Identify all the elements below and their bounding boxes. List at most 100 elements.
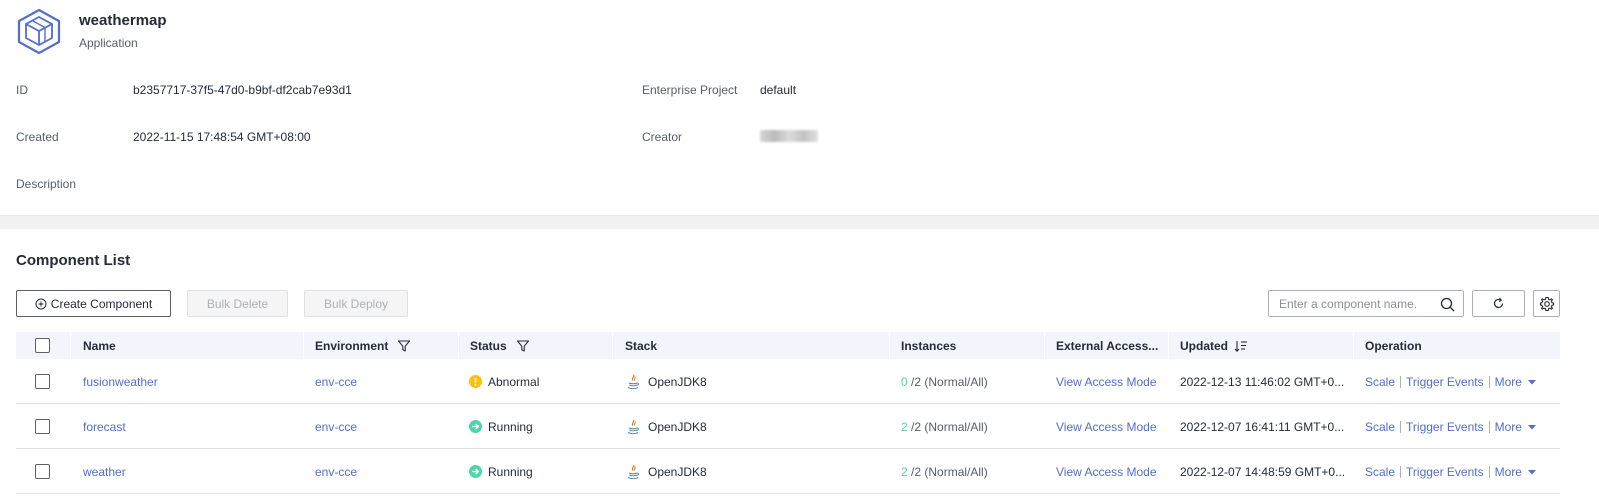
component-list-title: Component List	[16, 252, 131, 269]
trigger-events-link[interactable]: Trigger Events	[1406, 375, 1484, 389]
updated-text: 2022-12-07 14:48:59 GMT+0...	[1180, 464, 1346, 479]
col-header-stack: Stack	[625, 338, 658, 353]
operation-cell: Scale Trigger Events More	[1365, 404, 1536, 449]
instances-normal: 2	[901, 464, 908, 479]
row-checkbox[interactable]	[35, 374, 50, 389]
col-header-status-label: Status	[470, 338, 507, 353]
instances-total: /2 (Normal/All)	[907, 419, 988, 434]
name-cell: fusionweather	[83, 359, 158, 404]
search-icon[interactable]	[1440, 297, 1455, 312]
op-separator	[1488, 465, 1490, 478]
row-select-cell	[35, 359, 50, 404]
table-row: forecast env-cce Running OpenJDK8 2 /2 (…	[16, 404, 1560, 449]
running-arrow-icon	[469, 465, 482, 478]
search-box	[1268, 290, 1464, 317]
col-header-name[interactable]: Name	[83, 332, 116, 359]
external-access-cell: View Access Mode	[1056, 404, 1157, 449]
instances-cell: 2 /2 (Normal/All)	[901, 449, 988, 494]
col-header-environment: Environment	[315, 332, 411, 359]
col-header-updated[interactable]: Updated	[1180, 332, 1248, 359]
enterprise-project-value: default	[760, 83, 797, 97]
creator-value-redacted	[760, 130, 818, 142]
chevron-down-icon[interactable]	[1527, 378, 1536, 386]
bulk-delete-button[interactable]: Bulk Delete	[187, 290, 288, 317]
cube-box-icon	[17, 8, 61, 54]
select-all-checkbox[interactable]	[35, 338, 50, 353]
component-search-input[interactable]	[1279, 296, 1429, 311]
bulk-delete-label: Bulk Delete	[206, 296, 269, 311]
updated-cell: 2022-12-13 11:46:02 GMT+0...	[1180, 359, 1344, 404]
app-title: weathermap	[79, 12, 167, 29]
external-access-cell: View Access Mode	[1056, 449, 1157, 494]
trigger-events-link[interactable]: Trigger Events	[1406, 465, 1484, 479]
stack-cell: OpenJDK8	[625, 404, 707, 449]
environment-cell: env-cce	[315, 449, 357, 494]
environment-cell: env-cce	[315, 404, 357, 449]
status-cell: Running	[469, 449, 533, 494]
more-dropdown[interactable]: More	[1495, 465, 1522, 479]
environment-link[interactable]: env-cce	[315, 375, 357, 389]
col-header-operation: Operation	[1365, 338, 1422, 353]
instances-total: /2 (Normal/All)	[907, 374, 988, 389]
filter-icon[interactable]	[397, 339, 411, 353]
environment-link[interactable]: env-cce	[315, 465, 357, 479]
app-header: weathermap Application	[16, 8, 167, 54]
status-text: Abnormal	[488, 374, 540, 389]
table-row: fusionweather env-cce Abnormal OpenJDK8 …	[16, 359, 1560, 404]
op-separator	[1400, 420, 1402, 433]
stack-cell: OpenJDK8	[625, 359, 707, 404]
chevron-down-icon[interactable]	[1527, 423, 1536, 431]
scale-link[interactable]: Scale	[1365, 375, 1395, 389]
sort-descending-icon[interactable]	[1234, 339, 1248, 353]
instances-total: /2 (Normal/All)	[907, 464, 988, 479]
row-checkbox[interactable]	[35, 419, 50, 434]
settings-button[interactable]	[1533, 290, 1560, 317]
stack-text: OpenJDK8	[648, 374, 707, 389]
component-name-link[interactable]: fusionweather	[83, 375, 158, 389]
component-name-link[interactable]: weather	[83, 465, 126, 479]
bulk-deploy-label: Bulk Deploy	[323, 296, 389, 311]
op-separator	[1400, 375, 1402, 388]
bulk-deploy-button[interactable]: Bulk Deploy	[304, 290, 408, 317]
more-dropdown[interactable]: More	[1495, 375, 1522, 389]
creator-label: Creator	[642, 130, 683, 144]
instances-cell: 0 /2 (Normal/All)	[901, 359, 988, 404]
operation-cell: Scale Trigger Events More	[1365, 359, 1536, 404]
refresh-button[interactable]	[1472, 290, 1525, 317]
scale-link[interactable]: Scale	[1365, 420, 1395, 434]
view-access-mode-link[interactable]: View Access Mode	[1056, 420, 1157, 434]
more-dropdown[interactable]: More	[1495, 420, 1522, 434]
description-label: Description	[16, 177, 77, 191]
create-component-button[interactable]: Create Component	[16, 290, 171, 317]
enterprise-project-label: Enterprise Project	[642, 83, 738, 97]
col-header-updated-label: Updated	[1180, 338, 1228, 353]
view-access-mode-link[interactable]: View Access Mode	[1056, 465, 1157, 479]
created-label: Created	[16, 130, 59, 144]
op-separator	[1488, 375, 1490, 388]
operation-cell: Scale Trigger Events More	[1365, 449, 1536, 494]
environment-cell: env-cce	[315, 359, 357, 404]
external-access-cell: View Access Mode	[1056, 359, 1157, 404]
status-cell: Running	[469, 404, 533, 449]
col-header-instances: Instances	[901, 338, 957, 353]
java-icon	[627, 419, 639, 434]
section-divider	[0, 215, 1599, 229]
running-arrow-icon	[469, 420, 482, 433]
environment-link[interactable]: env-cce	[315, 420, 357, 434]
view-access-mode-link[interactable]: View Access Mode	[1056, 375, 1157, 389]
trigger-events-link[interactable]: Trigger Events	[1406, 420, 1484, 434]
op-separator	[1400, 465, 1402, 478]
col-header-environment-label: Environment	[315, 338, 389, 353]
name-cell: forecast	[83, 404, 126, 449]
id-label: ID	[16, 83, 28, 97]
op-separator	[1488, 420, 1490, 433]
chevron-down-icon[interactable]	[1527, 468, 1536, 476]
status-text: Running	[488, 464, 533, 479]
row-checkbox[interactable]	[35, 464, 50, 479]
scale-link[interactable]: Scale	[1365, 465, 1395, 479]
component-name-link[interactable]: forecast	[83, 420, 126, 434]
filter-icon[interactable]	[516, 339, 530, 353]
row-select-cell	[35, 449, 50, 494]
row-select-cell	[35, 404, 50, 449]
instances-cell: 2 /2 (Normal/All)	[901, 404, 988, 449]
